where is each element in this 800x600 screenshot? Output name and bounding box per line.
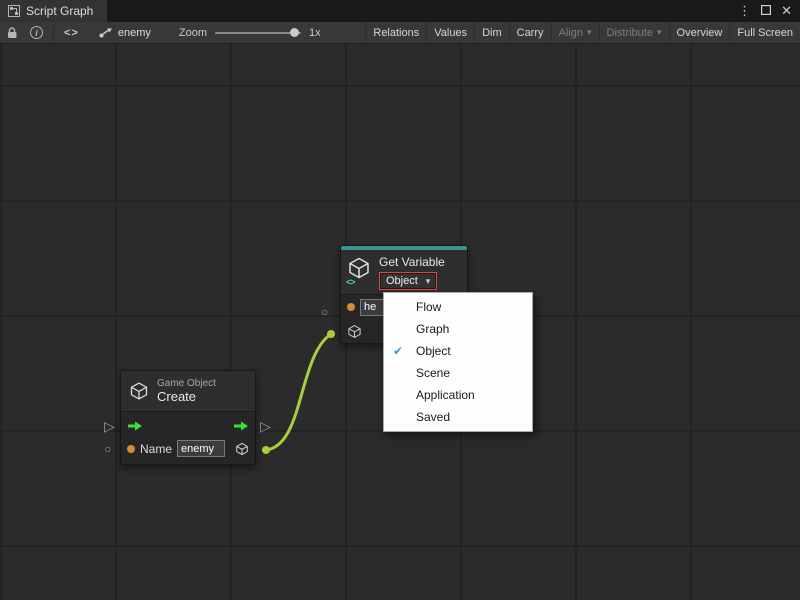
- maximize-icon[interactable]: [761, 0, 771, 22]
- variable-name-port[interactable]: ○: [321, 306, 328, 318]
- script-graph-icon: [8, 5, 20, 17]
- tab-title: Script Graph: [26, 4, 93, 18]
- flow-input-port[interactable]: ▷: [104, 419, 115, 433]
- menu-item-label: Application: [416, 388, 475, 402]
- dim-button[interactable]: Dim: [474, 22, 509, 44]
- name-port-row: Name: [121, 436, 255, 464]
- scope-value: Object: [386, 275, 418, 287]
- name-port-label: Name: [140, 442, 172, 456]
- game-object-port-icon[interactable]: [347, 324, 362, 339]
- titlebar-spacer: [107, 0, 738, 22]
- chevron-down-icon: ▾: [587, 27, 592, 38]
- flow-out-arrow-icon[interactable]: [233, 420, 249, 432]
- node-title: Get Variable: [379, 255, 445, 269]
- toolbar: i <> enemy Zoom 1x Relations Values Dim …: [0, 22, 800, 44]
- menu-item-scene[interactable]: Scene: [384, 362, 532, 384]
- create-node-header: Game Object Create: [121, 371, 255, 411]
- menu-item-flow[interactable]: Flow: [384, 296, 532, 318]
- code-view-icon[interactable]: <>: [58, 22, 85, 44]
- zoom-slider-handle[interactable]: [290, 28, 299, 37]
- scope-dropdown-highlight: Object ▾: [379, 272, 437, 290]
- toolbar-separator: [53, 25, 54, 41]
- script-graph-window: Script Graph ⋮ ✕ i <>: [0, 0, 800, 600]
- menu-item-graph[interactable]: Graph: [384, 318, 532, 340]
- menu-item-application[interactable]: Application: [384, 384, 532, 406]
- zoom-value: 1x: [309, 27, 321, 39]
- flow-in-arrow-icon[interactable]: [127, 420, 143, 432]
- relations-button[interactable]: Relations: [365, 22, 426, 44]
- menu-item-label: Graph: [416, 322, 449, 336]
- chevron-down-icon: ▾: [426, 276, 431, 287]
- close-icon[interactable]: ✕: [781, 0, 792, 22]
- create-game-object-node[interactable]: Game Object Create Name: [120, 370, 256, 465]
- menu-item-label: Object: [416, 344, 451, 358]
- menu-item-saved[interactable]: Saved: [384, 406, 532, 428]
- overview-button[interactable]: Overview: [669, 22, 730, 44]
- name-input-port[interactable]: ○: [104, 443, 111, 455]
- node-title: Create: [157, 389, 216, 404]
- values-button[interactable]: Values: [426, 22, 474, 44]
- value-port-dot[interactable]: [347, 303, 355, 311]
- align-button[interactable]: Align ▾: [551, 22, 599, 44]
- scope-dropdown-menu: Flow Graph ✔ Object Scene Application Sa…: [383, 292, 533, 432]
- info-icon[interactable]: i: [24, 22, 49, 44]
- code-badge-icon: <>: [346, 277, 355, 287]
- zoom-slider[interactable]: [215, 32, 301, 34]
- chevron-down-icon: ▾: [657, 27, 662, 38]
- tab-script-graph[interactable]: Script Graph: [0, 0, 107, 22]
- more-menu-icon[interactable]: ⋮: [738, 0, 751, 22]
- name-value-input[interactable]: [177, 440, 225, 457]
- carry-button[interactable]: Carry: [509, 22, 551, 44]
- check-icon: ✔: [393, 340, 403, 362]
- menu-item-label: Scene: [416, 366, 450, 380]
- distribute-label: Distribute: [607, 27, 653, 39]
- node-category: Game Object: [157, 378, 216, 389]
- menu-item-label: Saved: [416, 410, 450, 424]
- value-port-dot[interactable]: [127, 445, 135, 453]
- zoom-control: Zoom 1x: [179, 27, 321, 39]
- lock-icon[interactable]: [0, 22, 24, 44]
- toolbar-buttons: Relations Values Dim Carry Align ▾ Distr…: [365, 22, 800, 44]
- menu-item-object[interactable]: ✔ Object: [384, 340, 532, 362]
- distribute-button[interactable]: Distribute ▾: [599, 22, 669, 44]
- graph-name-label: enemy: [118, 27, 151, 39]
- flow-output-port[interactable]: ▷: [260, 419, 271, 433]
- graph-asset-icon: [99, 28, 113, 38]
- zoom-label: Zoom: [179, 27, 207, 39]
- scope-dropdown[interactable]: Object ▾: [380, 273, 436, 289]
- menu-item-label: Flow: [416, 300, 441, 314]
- flow-port-row: [121, 412, 255, 436]
- game-object-cube-icon: [129, 381, 149, 401]
- window-controls: ⋮ ✕: [738, 0, 800, 22]
- current-graph: enemy: [99, 27, 151, 39]
- get-variable-header: <> Get Variable Object ▾: [341, 250, 467, 294]
- title-bar: Script Graph ⋮ ✕: [0, 0, 800, 22]
- full-screen-button[interactable]: Full Screen: [729, 22, 800, 44]
- create-node-body: Name: [121, 411, 255, 464]
- game-object-output-icon[interactable]: [235, 441, 249, 457]
- variable-cube-icon: <>: [347, 255, 373, 285]
- align-label: Align: [559, 27, 583, 39]
